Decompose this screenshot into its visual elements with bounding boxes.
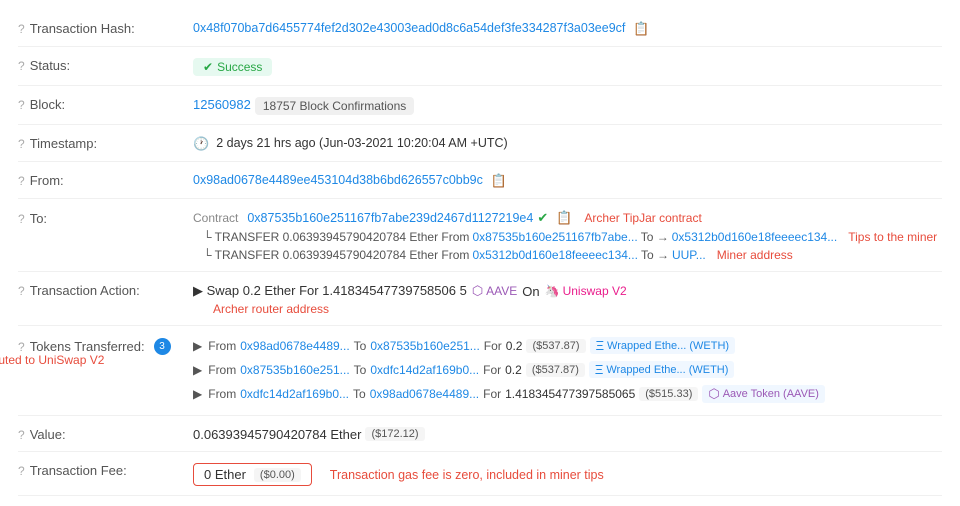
timestamp-label: ? Timestamp: [18, 134, 193, 151]
uniswap-icon: 🦄 [545, 284, 560, 298]
block-value: 12560982 18757 Block Confirmations [193, 95, 942, 115]
token2-usd: ($537.87) [526, 363, 585, 377]
clock-icon: 🕐 [193, 136, 209, 152]
to-contract-row: Contract 0x87535b160e251167fb7abe239d246… [193, 210, 942, 226]
timestamp-text: 2 days 21 hrs ago (Jun-03-2021 10:20:04 … [216, 136, 508, 150]
value-ether: 0.06393945790420784 Ether [193, 427, 361, 442]
tokens-count: 3 [154, 338, 171, 355]
status-value: ✔ Success [193, 56, 942, 76]
swap-row: ▶ Swap 0.2 Ether For 1.41834547739758506… [193, 283, 627, 299]
tokens-label: ? Tokens Transferred: 3 [18, 335, 193, 355]
weth-icon-1: Ξ [596, 338, 604, 353]
question-icon-fee[interactable]: ? [18, 464, 25, 478]
routed-annotation-wrap: Routed to UniSwap V2 [0, 353, 104, 367]
question-icon-ts[interactable]: ? [18, 137, 25, 151]
to-value: Contract 0x87535b160e251167fb7abe239d246… [193, 208, 942, 262]
to-label: ? To: [18, 208, 193, 226]
question-icon[interactable]: ? [18, 22, 25, 36]
value-label: ? Value: [18, 425, 193, 442]
question-icon-from[interactable]: ? [18, 174, 25, 188]
fee-usd: ($0.00) [254, 468, 301, 482]
txhash-label: ? Transaction Hash: [18, 19, 193, 36]
check-icon: ✔ [203, 60, 213, 74]
fee-value: 0 Ether ($0.00) Transaction gas fee is z… [193, 461, 942, 486]
transfer1-to[interactable]: 0x5312b0d160e18feeeec134... [672, 230, 838, 244]
transfer-row-1: └ TRANSFER 0.06393945790420784 Ether Fro… [203, 230, 942, 244]
status-badge: ✔ Success [193, 58, 272, 76]
weth-icon-2: Ξ [595, 362, 603, 377]
annotation-uniswap: Routed to UniSwap V2 [0, 353, 104, 367]
aave-icon-2: ⬡ [708, 386, 719, 402]
status-label: ? Status: [18, 56, 193, 73]
value-usd: ($172.12) [365, 427, 424, 441]
copy-hash-icon[interactable]: 📋 [633, 21, 649, 37]
question-icon-status[interactable]: ? [18, 59, 25, 73]
copy-from-icon[interactable]: 📋 [491, 173, 507, 189]
transfer2-from[interactable]: 0x5312b0d160e18feeeec134... [472, 248, 638, 262]
block-number[interactable]: 12560982 [193, 97, 251, 112]
confirmations-badge: 18757 Block Confirmations [255, 97, 414, 115]
token2-from[interactable]: 0x87535b160e251... [240, 363, 349, 377]
token1-from[interactable]: 0x98ad0678e4489... [240, 339, 349, 353]
aave-badge: ⬡ AAVE [472, 283, 517, 299]
token3-to[interactable]: 0x98ad0678e4489... [370, 387, 479, 401]
contract-address[interactable]: 0x87535b160e251167fb7abe239d2467d1127219… [247, 211, 533, 225]
token2-to[interactable]: 0xdfc14d2af169b0... [370, 363, 479, 377]
token1-to[interactable]: 0x87535b160e251... [370, 339, 479, 353]
from-label: ? From: [18, 171, 193, 188]
token1-amount: 0.2 [506, 339, 523, 353]
token2-badge: Ξ Wrapped Ethe... (WETH) [589, 361, 735, 378]
question-icon-action[interactable]: ? [18, 284, 25, 298]
transfer-row-2: └ TRANSFER 0.06393945790420784 Ether Fro… [203, 248, 942, 262]
question-icon-value[interactable]: ? [18, 428, 25, 442]
token-row-1: ▶ From 0x98ad0678e4489... To 0x87535b160… [193, 337, 735, 354]
block-label: ? Block: [18, 95, 193, 112]
annotation-contract: Archer TipJar contract [584, 211, 701, 225]
question-icon-tokens[interactable]: ? [18, 340, 25, 354]
action-value: ▶ Swap 0.2 Ether For 1.41834547739758506… [193, 281, 942, 316]
bullet-2: ▶ [193, 363, 202, 377]
annotation-router: Archer router address [213, 302, 329, 316]
token2-amount: 0.2 [505, 363, 522, 377]
token-row-2: ▶ From 0x87535b160e251... To 0xdfc14d2af… [193, 361, 734, 378]
txhash-value: 0x48f070ba7d6455774fef2d302e43003ead0d8c… [193, 19, 942, 37]
token1-usd: ($537.87) [526, 339, 585, 353]
value-value: 0.06393945790420784 Ether ($172.12) [193, 425, 942, 442]
token3-from[interactable]: 0xdfc14d2af169b0... [240, 387, 349, 401]
from-value: 0x98ad0678e4489ee453104d38b6bd626557c0bb… [193, 171, 942, 189]
token-row-3: ▶ From 0xdfc14d2af169b0... To 0x98ad0678… [193, 385, 825, 403]
transfer2-to[interactable]: UUP... [672, 248, 706, 262]
bullet-1: ▶ [193, 339, 202, 353]
token3-amount: 1.418345477397585065 [505, 387, 635, 401]
annotation-miner: Tips to the miner [848, 230, 937, 244]
contract-label: Contract [193, 211, 238, 225]
fee-box: 0 Ether ($0.00) [193, 463, 312, 486]
token3-usd: ($515.33) [639, 387, 698, 401]
question-icon-block[interactable]: ? [18, 98, 25, 112]
tx-hash: 0x48f070ba7d6455774fef2d302e43003ead0d8c… [193, 21, 625, 35]
verified-icon: ✔ [537, 210, 548, 226]
fee-label: ? Transaction Fee: [18, 461, 193, 478]
swap-text: ▶ Swap 0.2 Ether For 1.41834547739758506… [193, 283, 467, 299]
fee-annotation: Transaction gas fee is zero, included in… [330, 468, 604, 482]
aave-icon: ⬡ [472, 283, 483, 299]
annotation-miner-address: Miner address [717, 248, 793, 262]
timestamp-value: 🕐 2 days 21 hrs ago (Jun-03-2021 10:20:0… [193, 134, 942, 152]
token3-badge: ⬡ Aave Token (AAVE) [702, 385, 825, 403]
bullet-3: ▶ [193, 387, 202, 401]
tokens-value: Routed to UniSwap V2 ▶ From 0x98ad0678e4… [193, 335, 942, 406]
copy-to-icon[interactable]: 📋 [556, 210, 572, 226]
transfer1-from[interactable]: 0x87535b160e251167fb7abe... [472, 230, 637, 244]
fee-ether: 0 Ether [204, 467, 246, 482]
action-label: ? Transaction Action: [18, 281, 193, 298]
on-text: On [522, 284, 539, 299]
from-address[interactable]: 0x98ad0678e4489ee453104d38b6bd626557c0bb… [193, 173, 483, 187]
question-icon-to[interactable]: ? [18, 212, 25, 226]
token1-badge: Ξ Wrapped Ethe... (WETH) [590, 337, 736, 354]
uniswap-badge: 🦄 Uniswap V2 [545, 284, 627, 298]
